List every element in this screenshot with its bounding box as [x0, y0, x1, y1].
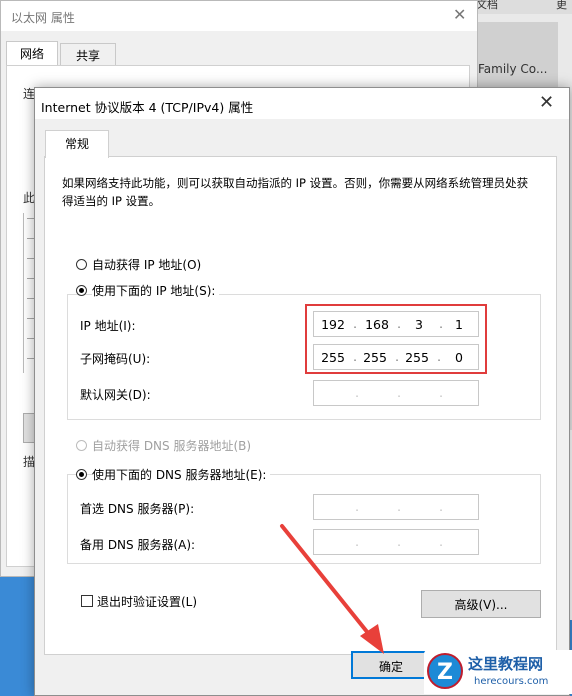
- ethernet-dialog-title: 以太网 属性: [11, 11, 75, 25]
- description-text: 如果网络支持此功能，则可以获取自动指派的 IP 设置。否则，你需要从网络系统管理…: [62, 176, 529, 208]
- close-icon[interactable]: ✕: [539, 92, 554, 113]
- tab-general[interactable]: 常规: [45, 130, 109, 158]
- manual-ip-label[interactable]: 使用下面的 IP 地址(S):: [92, 282, 220, 299]
- preferred-dns-input[interactable]: . . .: [313, 494, 479, 520]
- validate-on-exit-label[interactable]: 退出时验证设置(L): [97, 593, 197, 610]
- watermark-url: herecours.com: [474, 676, 549, 687]
- auto-dns-label[interactable]: 自动获得 DNS 服务器地址(B): [92, 437, 251, 454]
- manual-dns-radio[interactable]: [76, 469, 87, 480]
- annotation-arrow: [280, 524, 384, 654]
- default-gateway-label: 默认网关(D):: [80, 388, 151, 402]
- background-text-2: 更: [556, 0, 567, 11]
- ipv4-dialog-titlebar: Internet 协议版本 4 (TCP/IPv4) 属性 ✕: [35, 88, 569, 119]
- background-tile-label: Family Co...: [478, 62, 548, 76]
- alternate-dns-label: 备用 DNS 服务器(A):: [80, 538, 196, 552]
- background-text: 文档: [476, 0, 498, 11]
- watermark-logo: Z: [427, 653, 463, 689]
- dialog-title: Internet 协议版本 4 (TCP/IPv4) 属性: [41, 100, 254, 115]
- ip-address-label: IP 地址(I):: [80, 319, 136, 333]
- auto-ip-label[interactable]: 自动获得 IP 地址(O): [92, 256, 201, 273]
- auto-ip-radio[interactable]: [76, 259, 87, 270]
- close-icon[interactable]: ✕: [453, 5, 466, 24]
- validate-on-exit-checkbox[interactable]: [81, 595, 93, 607]
- watermark-name: 这里教程网: [468, 655, 544, 673]
- arrow-shaft: [280, 524, 374, 640]
- watermark: Z 这里教程网 herecours.com: [424, 650, 572, 694]
- manual-ip-radio[interactable]: [76, 285, 87, 296]
- background-window-strip: 文档 更: [470, 0, 572, 14]
- advanced-button[interactable]: 高级(V)...: [421, 590, 541, 618]
- default-gateway-input[interactable]: . . .: [313, 380, 479, 406]
- ethernet-dialog-titlebar: 以太网 属性 ✕: [1, 1, 477, 31]
- manual-dns-label[interactable]: 使用下面的 DNS 服务器地址(E):: [92, 466, 271, 483]
- preferred-dns-label: 首选 DNS 服务器(P):: [80, 502, 195, 516]
- highlight-box: [305, 304, 487, 374]
- subnet-mask-label: 子网掩码(U):: [80, 352, 151, 366]
- auto-dns-radio[interactable]: [76, 440, 87, 451]
